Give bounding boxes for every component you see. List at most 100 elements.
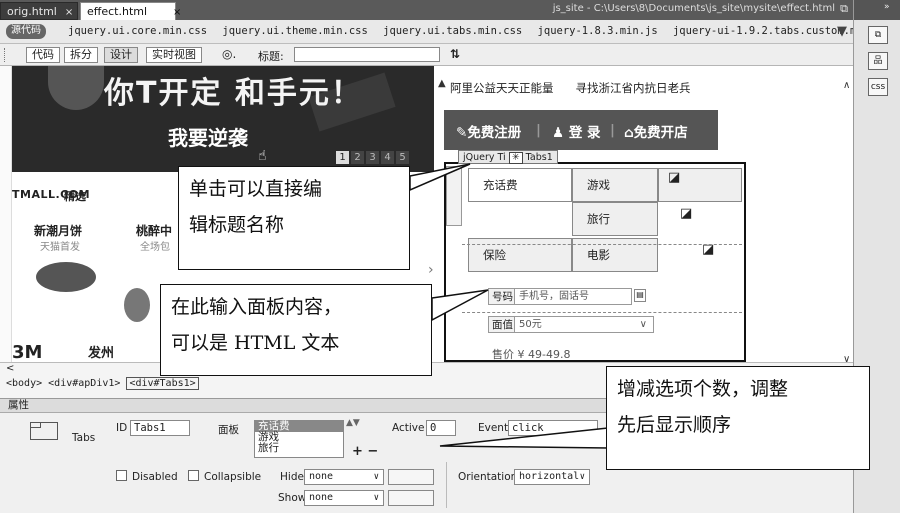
pager-dot[interactable]: 5 [396, 151, 409, 164]
tab-label: orig.html [7, 5, 57, 18]
sitemap-icon[interactable]: 品 [868, 52, 888, 70]
split-view-button[interactable]: 拆分 [64, 47, 98, 63]
live-view-button[interactable]: 实时视图 [146, 47, 202, 63]
related-file[interactable]: jquery.ui.theme.min.css [222, 25, 367, 37]
panel-item[interactable]: 旅行 [255, 443, 343, 454]
hide-select[interactable]: none ∨ [304, 469, 384, 485]
tag-tabs1[interactable]: <div#Tabs1> [126, 377, 199, 390]
add-remove-buttons[interactable]: + − [352, 444, 378, 459]
filter-icon[interactable]: ▼ [837, 24, 847, 39]
login-link[interactable]: ♟ 登 录 [552, 121, 601, 141]
title-label: 标题: [258, 50, 284, 63]
active-input[interactable]: 0 [426, 420, 456, 436]
document-tab-bar: orig.html × effect.html × js_site - C:\Use… [0, 0, 853, 20]
auth-bar: ✎免费注册 | ♟ 登 录 | ⌂免费开店 [444, 110, 718, 150]
title-input[interactable] [294, 47, 440, 62]
carousel-next-icon[interactable]: › [428, 262, 434, 278]
design-view-button[interactable]: 设计 [104, 47, 138, 63]
pager-dot[interactable]: 2 [351, 151, 364, 164]
divider [462, 244, 742, 245]
related-file[interactable]: jquery-1.8.3.min.js [538, 25, 658, 37]
register-link[interactable]: ✎免费注册 [456, 121, 521, 141]
tab-orig-html[interactable]: orig.html × [0, 2, 78, 20]
related-file[interactable]: jquery.ui.tabs.min.css [383, 25, 522, 37]
code-view-button[interactable]: 代码 [26, 47, 60, 63]
brand-logo[interactable]: 3M [12, 342, 42, 362]
disabled-checkbox[interactable] [116, 470, 127, 481]
widget-tag[interactable]: jQuery Ti ✳ Tabs1 [458, 150, 558, 164]
callout-panel-content: 在此输入面板内容， 可以是 HTML 文本 [160, 284, 432, 376]
tabs-gutter [446, 166, 462, 226]
chevron-down-icon: ∨ [373, 493, 379, 503]
collapsible-checkbox[interactable] [188, 470, 199, 481]
hand-cursor-icon: ☝ [258, 148, 267, 164]
file-path: js_site - C:\Users\8\Documents\js_site\m… [552, 3, 835, 14]
tag-path: <body> <div#apDiv1> <div#Tabs1> [6, 377, 199, 390]
link[interactable]: 阿里公益天天正能量 [450, 81, 554, 95]
hide-duration-input[interactable] [388, 469, 434, 485]
link[interactable]: 寻找浙江省内抗日老兵 [576, 81, 691, 95]
phone-number-input[interactable]: 手机号，固话号 [514, 288, 632, 305]
edit-tab-icon[interactable]: ◪ [668, 170, 680, 185]
close-icon[interactable]: × [173, 7, 181, 18]
scroll-down-arrow[interactable]: ∨ [843, 352, 850, 362]
top-links: 阿里公益天天正能量 寻找浙江省内抗日老兵 [450, 80, 713, 96]
shop-icon: ⌂ [624, 125, 634, 141]
close-icon[interactable]: × [65, 7, 73, 18]
amount-select[interactable]: 50元 ∨ [514, 316, 654, 333]
callout-add-remove: 增减选项个数，调整 先后显示顺序 [606, 366, 870, 470]
sort-icon[interactable]: ⇅ [450, 47, 460, 61]
source-code-button[interactable]: 源代码 [6, 24, 46, 39]
hide-label: Hide [280, 471, 304, 483]
callout-edit-title: 单击可以直接编 辑标题名称 [178, 166, 410, 270]
pager-dot[interactable]: 3 [366, 151, 379, 164]
show-select[interactable]: none ∨ [304, 490, 384, 506]
panels-list[interactable]: 充话费 游戏 旅行 [254, 420, 344, 458]
brand-logo[interactable]: 发州 [88, 342, 114, 361]
pager-dot[interactable]: 1 [336, 151, 349, 164]
panels-label: 面板 [218, 424, 239, 436]
id-label: ID [116, 422, 128, 434]
open-shop-link[interactable]: ⌂免费开店 [624, 121, 688, 141]
active-label: Active [392, 422, 425, 434]
tag-body[interactable]: <body> [6, 378, 42, 389]
collapse-icon[interactable]: » [884, 2, 890, 12]
show-duration-input[interactable] [388, 490, 434, 506]
css-icon[interactable]: css [868, 78, 888, 96]
contacts-icon[interactable]: ▤ [634, 289, 646, 302]
view-toolbar: 代码 拆分 设计 实时视图 ◎. 标题: ⇅ [0, 44, 853, 66]
banner-headline: 你T开定 和手元！ [104, 76, 363, 111]
tab-header-recharge[interactable]: 充话费 [468, 168, 572, 202]
scroll-left-arrow[interactable]: < [6, 363, 14, 374]
scroll-up-arrow[interactable]: ▲ [438, 76, 446, 89]
category-title[interactable]: 新潮月饼 [34, 222, 82, 239]
product-image[interactable] [124, 288, 150, 322]
tab-header-game[interactable]: 游戏 [572, 168, 658, 202]
banner-cta[interactable]: 我要逆袭 [168, 122, 248, 151]
pager-dot[interactable]: 4 [381, 151, 394, 164]
restore-window-icon[interactable]: ⧉ [837, 2, 851, 16]
grip-handle [4, 48, 7, 62]
scroll-up-arrow[interactable]: ∧ [843, 78, 850, 91]
move-up-down-icon[interactable]: ▲▼ [346, 418, 360, 428]
globe-icon[interactable]: ◎. [222, 47, 236, 61]
tab-header-travel[interactable]: 旅行 [572, 202, 658, 236]
tab-label: effect.html [87, 5, 148, 18]
category-sub: 全场包 [140, 242, 170, 253]
edit-tab-icon[interactable]: ◪ [680, 206, 692, 221]
id-input[interactable]: Tabs1 [130, 420, 190, 436]
category-title[interactable]: 桃醉中 [136, 222, 172, 239]
number-label: 号码 [488, 288, 517, 305]
event-select[interactable]: click [508, 420, 598, 436]
tabs-widget-icon [30, 422, 58, 440]
product-image[interactable] [36, 262, 96, 292]
banner-pager: 12345 [336, 150, 411, 164]
files-panel-icon[interactable]: ⧉ [868, 26, 888, 44]
tag-apdiv1[interactable]: <div#apDiv1> [48, 378, 120, 389]
collapsible-label: Collapsible [204, 471, 262, 483]
price-text: 售价 ¥ 49-49.8 [492, 348, 571, 361]
category-sub: 天猫首发 [40, 242, 80, 253]
orientation-select[interactable]: horizontal ∨ [514, 469, 590, 485]
related-file[interactable]: jquery.ui.core.min.css [68, 25, 207, 37]
tab-effect-html[interactable]: effect.html × [80, 2, 181, 20]
